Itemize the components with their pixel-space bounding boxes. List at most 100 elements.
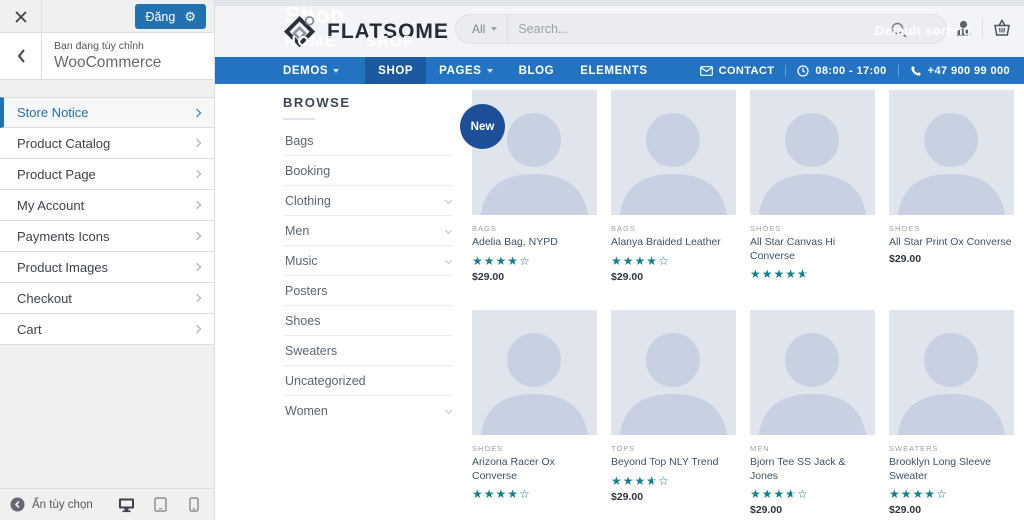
chevron-down-icon	[333, 69, 339, 73]
chevron-right-icon	[193, 139, 201, 147]
menu-item-label: Cart	[17, 322, 42, 337]
product-category[interactable]: SHOES	[750, 224, 875, 233]
product-row: New BAGS Adelia Bag, NYPD ★★★★☆ $29.00 B…	[472, 90, 1014, 284]
category-bags[interactable]: Bags	[283, 126, 453, 156]
category-booking[interactable]: Booking	[283, 156, 453, 186]
nav-pages[interactable]: PAGES	[439, 65, 492, 77]
product-image[interactable]	[889, 90, 1014, 215]
nav-contact[interactable]: CONTACT	[700, 65, 775, 77]
product-row: SHOES Arizona Racer Ox Converse ★★★★☆ TO…	[472, 310, 1014, 516]
product-image[interactable]	[472, 310, 597, 435]
chevron-right-icon	[193, 108, 201, 116]
product-price: $29.00	[889, 253, 1014, 265]
new-badge: New	[460, 104, 505, 149]
menu-item-product-page[interactable]: Product Page	[0, 159, 214, 190]
product-category[interactable]: SWEATERS	[889, 444, 1014, 453]
cart-button[interactable]	[992, 19, 1012, 37]
menu-item-payments-icons[interactable]: Payments Icons	[0, 221, 214, 252]
nav-demos[interactable]: DEMOS	[283, 65, 339, 77]
chevron-down-icon[interactable]	[445, 227, 452, 234]
product-rating: ★★★★☆	[889, 487, 1014, 501]
chevron-right-icon	[193, 201, 201, 209]
product-category[interactable]: BAGS	[472, 224, 597, 233]
category-women[interactable]: Women	[283, 396, 453, 425]
product-card: MEN Bjorn Tee SS Jack & Jones ★★★★☆☆ $29…	[750, 310, 875, 516]
device-tablet-button[interactable]	[148, 494, 172, 516]
device-desktop-button[interactable]	[114, 494, 138, 516]
customizing-label: Bạn đang tùy chỉnh	[54, 40, 161, 52]
product-category[interactable]: SHOES	[472, 444, 597, 453]
nav-shop[interactable]: SHOP	[365, 57, 426, 84]
menu-item-cart[interactable]: Cart	[0, 314, 214, 345]
device-mobile-button[interactable]	[182, 494, 206, 516]
panel-title: WooCommerce	[54, 54, 161, 72]
placeholder-person-image	[750, 318, 875, 435]
category-shoes[interactable]: Shoes	[283, 306, 453, 336]
product-category[interactable]: MEN	[750, 444, 875, 453]
menu-item-checkout[interactable]: Checkout	[0, 283, 214, 314]
chevron-down-icon[interactable]	[445, 257, 452, 264]
menu-item-store-notice[interactable]: Store Notice	[0, 97, 214, 128]
hide-controls-button[interactable]: Ẩn tùy chọn	[10, 497, 93, 512]
menu-item-product-images[interactable]: Product Images	[0, 252, 214, 283]
search-category-dropdown[interactable]: All	[456, 15, 508, 43]
placeholder-person-image	[472, 318, 597, 435]
category-music[interactable]: Music	[283, 246, 453, 276]
browse-widget: BROWSE Bags Booking Clothing Men Music P…	[283, 95, 453, 425]
nav-divider	[785, 65, 786, 77]
category-posters[interactable]: Posters	[283, 276, 453, 306]
product-card: New BAGS Adelia Bag, NYPD ★★★★☆ $29.00	[472, 90, 597, 284]
publish-label: Đăng	[145, 10, 175, 24]
category-uncategorized[interactable]: Uncategorized	[283, 366, 453, 396]
chevron-down-icon[interactable]	[445, 407, 452, 414]
nav-blog[interactable]: BLOG	[519, 65, 555, 77]
product-image[interactable]	[889, 310, 1014, 435]
nav-phone[interactable]: +47 900 99 000	[910, 65, 1010, 77]
product-image[interactable]	[611, 90, 736, 215]
chevron-right-icon	[193, 170, 201, 178]
product-category[interactable]: BAGS	[611, 224, 736, 233]
basket-icon	[992, 19, 1012, 37]
customizer-sidebar: Đăng ⚙ Bạn đang tùy chỉnh WooCommerce St…	[0, 0, 215, 520]
product-image[interactable]	[750, 310, 875, 435]
product-title[interactable]: All Star Print Ox Converse	[889, 236, 1014, 250]
gear-icon[interactable]: ⚙	[184, 10, 196, 23]
nav-divider	[898, 65, 899, 77]
publish-button[interactable]: Đăng ⚙	[135, 4, 206, 29]
category-sweaters[interactable]: Sweaters	[283, 336, 453, 366]
product-image[interactable]	[750, 90, 875, 215]
category-men[interactable]: Men	[283, 216, 453, 246]
close-customizer-button[interactable]	[0, 0, 42, 33]
breadcrumb-overlay: HOME SHOP	[285, 33, 415, 50]
product-title[interactable]: All Star Canvas Hi Converse	[750, 236, 875, 263]
product-category[interactable]: SHOES	[889, 224, 1014, 233]
site-preview: Shop FLATSOME All Default sorting	[215, 0, 1024, 520]
product-category[interactable]: TOPS	[611, 444, 736, 453]
product-title[interactable]: Arizona Racer Ox Converse	[472, 456, 597, 483]
placeholder-person-image	[889, 98, 1014, 215]
nav-elements[interactable]: ELEMENTS	[580, 65, 647, 77]
product-title[interactable]: Brooklyn Long Sleeve Sweater	[889, 456, 1014, 483]
product-title[interactable]: Alanya Braided Leather	[611, 236, 736, 250]
product-image[interactable]	[611, 310, 736, 435]
customizer-header: Bạn đang tùy chỉnh WooCommerce	[0, 33, 214, 80]
category-label: Uncategorized	[285, 374, 366, 388]
product-title[interactable]: Beyond Top NLY Trend	[611, 456, 736, 470]
chevron-down-icon[interactable]	[445, 197, 452, 204]
category-clothing[interactable]: Clothing	[283, 186, 453, 216]
product-card: BAGS Alanya Braided Leather ★★★★☆ $29.00	[611, 90, 736, 284]
product-title[interactable]: Bjorn Tee SS Jack & Jones	[750, 456, 875, 483]
nav-label: SHOP	[378, 65, 413, 77]
menu-item-my-account[interactable]: My Account	[0, 190, 214, 221]
placeholder-person-image	[611, 318, 736, 435]
product-card: SHOES All Star Canvas Hi Converse ★★★★★☆	[750, 90, 875, 284]
product-title[interactable]: Adelia Bag, NYPD	[472, 236, 597, 250]
phone-icon	[910, 65, 922, 77]
product-card: SHOES All Star Print Ox Converse $29.00	[889, 90, 1014, 284]
menu-item-product-catalog[interactable]: Product Catalog	[0, 128, 214, 159]
customizer-footer: Ẩn tùy chọn	[0, 488, 214, 520]
product-price: $29.00	[750, 504, 875, 516]
back-button[interactable]	[0, 33, 42, 79]
category-label: Clothing	[285, 194, 331, 208]
nav-hours: 08:00 - 17:00	[797, 65, 886, 77]
